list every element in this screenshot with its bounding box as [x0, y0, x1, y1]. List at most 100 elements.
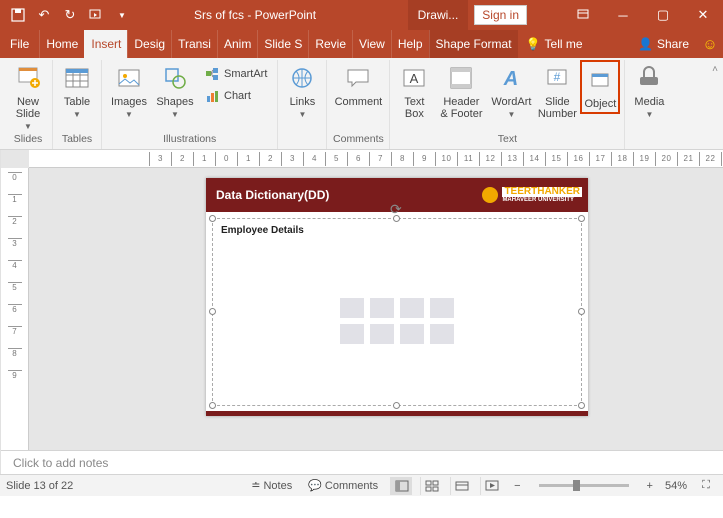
images-button[interactable]: Images ▼ [106, 60, 152, 121]
slide-sorter-view-icon[interactable] [420, 477, 442, 495]
media-button[interactable]: Media ▼ [629, 60, 669, 121]
insert-picture-icon[interactable] [340, 324, 364, 344]
brand-subtitle: MAHAVEER UNIVERSITY [502, 197, 582, 203]
content-placeholder[interactable]: Employee Details ⟳ [212, 218, 582, 406]
tab-slideshow[interactable]: Slide S [257, 30, 308, 58]
slideshow-view-icon[interactable] [480, 477, 502, 495]
smartart-button[interactable]: SmartArt [202, 64, 269, 84]
object-icon [584, 64, 616, 96]
new-slide-button[interactable]: New Slide ▼ [8, 60, 48, 133]
chart-icon [204, 88, 220, 104]
comment-label: Comment [335, 96, 383, 108]
insert-smartart-icon[interactable] [400, 298, 424, 318]
tell-me-label: Tell me [545, 37, 583, 51]
tab-animations[interactable]: Anim [217, 30, 257, 58]
slide[interactable]: Data Dictionary(DD) TEERTHANKERMAHAVEER … [206, 178, 588, 416]
shapes-label: Shapes [156, 96, 193, 108]
text-box-button[interactable]: A Text Box [394, 60, 434, 122]
collapse-ribbon-icon[interactable]: ˄ [707, 60, 723, 149]
selection-handle[interactable] [578, 215, 585, 222]
fit-to-window-icon[interactable]: ⛶ [695, 477, 717, 495]
notes-placeholder: Click to add notes [13, 456, 108, 470]
header-footer-icon [445, 62, 477, 94]
tab-design[interactable]: Desig [127, 30, 171, 58]
comment-button[interactable]: Comment [331, 60, 385, 110]
close-icon[interactable]: ✕ [683, 0, 723, 30]
placeholder-insert-icons[interactable] [340, 298, 454, 344]
tell-me[interactable]: 💡 Tell me [518, 30, 591, 58]
minimize-icon[interactable]: ─ [603, 0, 643, 30]
share-button[interactable]: 👤Share [630, 30, 697, 58]
zoom-out-icon[interactable]: − [510, 480, 524, 492]
group-slides: New Slide ▼ Slides [4, 60, 53, 149]
drawing-tools-context-tab[interactable]: Drawi... [408, 0, 469, 30]
zoom-in-icon[interactable]: + [643, 480, 657, 492]
smartart-icon [204, 66, 220, 82]
zoom-slider[interactable] [539, 484, 629, 487]
tab-transitions[interactable]: Transi [171, 30, 217, 58]
notes-toggle[interactable]: ≐Notes [247, 479, 296, 492]
tab-help[interactable]: Help [391, 30, 429, 58]
object-button[interactable]: Object [580, 60, 620, 114]
rotation-handle-icon[interactable]: ⟳ [390, 201, 404, 215]
tab-home[interactable]: Home [39, 30, 84, 58]
brand-logo-area: TEERTHANKERMAHAVEER UNIVERSITY [482, 187, 582, 203]
insert-icon-icon[interactable] [430, 324, 454, 344]
zoom-slider-knob[interactable] [573, 480, 580, 491]
notes-pane[interactable]: Click to add notes [1, 450, 723, 474]
status-bar: Slide 13 of 22 ≐Notes 💬Comments − + 54% … [0, 474, 723, 496]
wordart-button[interactable]: A WordArt ▼ [488, 60, 534, 121]
save-icon[interactable] [6, 3, 30, 27]
insert-video-icon[interactable] [400, 324, 424, 344]
start-from-beginning-icon[interactable] [84, 3, 108, 27]
sign-in-button[interactable]: Sign in [474, 5, 527, 25]
tab-file[interactable]: File [0, 30, 39, 58]
lightbulb-icon: 💡 [526, 37, 541, 51]
selection-handle[interactable] [393, 402, 400, 409]
chart-button[interactable]: Chart [202, 86, 269, 106]
qat-dropdown-icon[interactable]: ▼ [110, 3, 134, 27]
svg-text:A: A [410, 71, 419, 86]
object-label: Object [585, 98, 617, 110]
shapes-button[interactable]: Shapes ▼ [152, 60, 198, 121]
selection-handle[interactable] [209, 215, 216, 222]
insert-online-picture-icon[interactable] [370, 324, 394, 344]
ribbon-options-icon[interactable] [563, 0, 603, 30]
insert-table-icon[interactable] [340, 298, 364, 318]
redo-icon[interactable]: ↻ [58, 3, 82, 27]
slide-viewport[interactable]: Data Dictionary(DD) TEERTHANKERMAHAVEER … [29, 168, 723, 450]
zoom-level[interactable]: 54% [665, 480, 687, 492]
insert-chart-icon[interactable] [370, 298, 394, 318]
selection-handle[interactable] [578, 308, 585, 315]
header-footer-button[interactable]: Header & Footer [434, 60, 488, 122]
table-button[interactable]: Table ▼ [57, 60, 97, 121]
selection-handle[interactable] [209, 308, 216, 315]
selection-handle[interactable] [578, 402, 585, 409]
tab-view[interactable]: View [352, 30, 391, 58]
maximize-icon[interactable]: ▢ [643, 0, 683, 30]
reading-view-icon[interactable] [450, 477, 472, 495]
insert-3d-icon[interactable] [430, 298, 454, 318]
notes-icon: ≐ [251, 479, 260, 492]
comments-toggle[interactable]: 💬Comments [304, 479, 382, 492]
undo-icon[interactable]: ↶ [32, 3, 56, 27]
slide-counter[interactable]: Slide 13 of 22 [6, 480, 73, 492]
notes-label: Notes [263, 480, 292, 492]
chevron-down-icon: ▼ [24, 122, 32, 131]
links-button[interactable]: Links ▼ [282, 60, 322, 121]
tab-shape-format[interactable]: Shape Format [429, 30, 518, 58]
normal-view-icon[interactable] [390, 477, 412, 495]
comment-icon [342, 62, 374, 94]
links-icon [286, 62, 318, 94]
feedback-icon[interactable]: ☺ [697, 30, 723, 58]
slide-number-button[interactable]: # Slide Number [534, 60, 580, 122]
slide-number-icon: # [541, 62, 573, 94]
selection-handle[interactable] [209, 402, 216, 409]
group-label-comments: Comments [333, 131, 384, 147]
slide-footer-bar [206, 411, 588, 416]
selection-handle[interactable] [393, 215, 400, 222]
tab-insert[interactable]: Insert [84, 30, 127, 58]
tab-review[interactable]: Revie [308, 30, 352, 58]
group-label-tables: Tables [62, 131, 92, 147]
share-label: Share [657, 37, 689, 51]
